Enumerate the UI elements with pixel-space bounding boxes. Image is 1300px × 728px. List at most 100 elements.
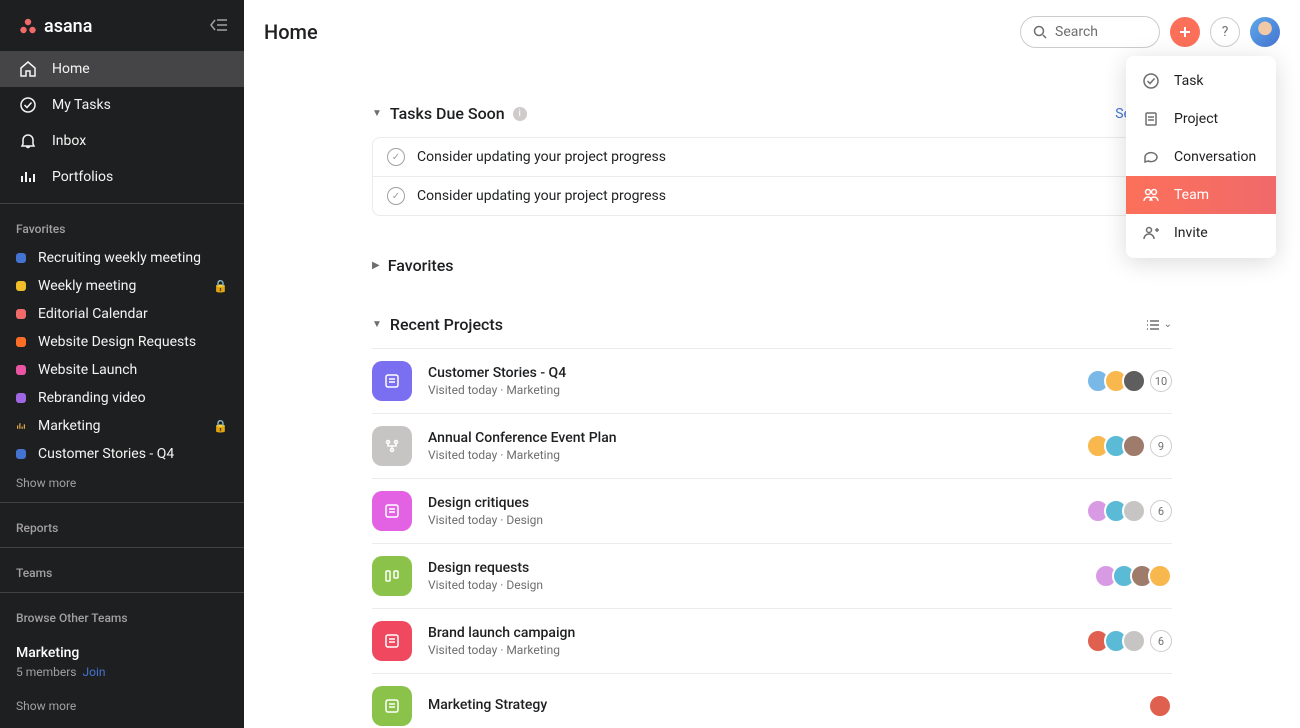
nav-home[interactable]: Home — [0, 51, 244, 87]
show-more-favorites[interactable]: Show more — [0, 468, 244, 498]
project-meta: Visited today · Design — [428, 513, 1070, 527]
task-check-icon[interactable]: ✓ — [387, 187, 405, 205]
project-icon — [372, 556, 412, 596]
logo[interactable]: asana — [18, 16, 92, 37]
nav-inbox[interactable]: Inbox — [0, 123, 244, 159]
nav-portfolios[interactable]: Portfolios — [0, 159, 244, 195]
create-dropdown: TaskProjectConversation Team Invite — [1126, 56, 1276, 258]
team-name: Marketing — [16, 645, 228, 661]
topbar: Home Search ? — [244, 0, 1300, 64]
project-members: 9 — [1086, 434, 1172, 458]
project-members: 6 — [1086, 629, 1172, 653]
view-toggle[interactable]: ⌄ — [1146, 319, 1172, 331]
project-row[interactable]: Annual Conference Event Plan Visited toda… — [372, 414, 1172, 479]
nav-label: My Tasks — [52, 97, 111, 113]
project-name: Design requests — [428, 560, 1078, 576]
project-name: Marketing Strategy — [428, 697, 1132, 713]
asana-logo-icon — [18, 17, 38, 37]
favorite-name: Website Design Requests — [38, 334, 228, 350]
project-members — [1148, 694, 1172, 718]
collapse-sidebar-button[interactable] — [208, 17, 228, 37]
create-menu-invite[interactable]: Invite — [1126, 214, 1276, 252]
profile-avatar[interactable] — [1250, 17, 1280, 47]
search-input[interactable]: Search — [1020, 16, 1160, 48]
favorite-name: Weekly meeting — [38, 278, 201, 294]
nav-my-tasks[interactable]: My Tasks — [0, 87, 244, 123]
info-icon[interactable]: i — [513, 107, 527, 121]
favorite-name: Marketing — [38, 418, 201, 434]
check-icon — [18, 95, 38, 115]
member-count: 6 — [1150, 500, 1172, 522]
project-row[interactable]: Design critiquesVisited today · Design6 — [372, 479, 1172, 544]
favorite-name: Rebranding video — [38, 390, 228, 406]
person-plus-icon — [1142, 224, 1160, 242]
caret-down-icon[interactable]: ▼ — [372, 319, 382, 330]
sidebar-favorite-item[interactable]: Weekly meeting🔒 — [0, 272, 244, 300]
create-menu-team[interactable]: Team — [1126, 176, 1276, 214]
show-more-teams[interactable]: Show more — [0, 691, 244, 721]
create-menu-conversation[interactable]: Conversation — [1126, 138, 1276, 176]
project-row[interactable]: Brand launch campaignVisited today · Mar… — [372, 609, 1172, 674]
sidebar-favorite-item[interactable]: Recruiting weekly meeting — [0, 244, 244, 272]
check-icon — [1142, 72, 1160, 90]
nav-label: Home — [52, 61, 90, 77]
project-icon — [372, 621, 412, 661]
bars-icon — [16, 421, 26, 431]
sidebar-favorite-item[interactable]: Rebranding video — [0, 384, 244, 412]
search-placeholder: Search — [1055, 24, 1098, 40]
favorite-name: Recruiting weekly meeting — [38, 250, 228, 266]
bars-icon — [18, 167, 38, 187]
favorites-heading: Favorites — [0, 208, 244, 244]
member-avatar — [1122, 629, 1146, 653]
favorite-name: Editorial Calendar — [38, 306, 228, 322]
people-icon — [1142, 186, 1160, 204]
project-meta: Visited today · Marketing — [428, 448, 1070, 462]
nav-label: Inbox — [52, 133, 86, 149]
create-menu-label: Team — [1174, 187, 1209, 203]
project-meta: Visited today · Marketing — [428, 383, 1070, 397]
member-avatar — [1122, 369, 1146, 393]
member-avatar — [1148, 564, 1172, 588]
project-icon — [372, 361, 412, 401]
browse-teams-heading[interactable]: Browse Other Teams — [0, 597, 244, 633]
member-count: 6 — [1150, 630, 1172, 652]
project-row[interactable]: Marketing Strategy — [372, 674, 1172, 728]
project-color-dot — [16, 253, 26, 263]
sidebar-favorite-item[interactable]: Website Design Requests — [0, 328, 244, 356]
create-menu-task[interactable]: Task — [1126, 62, 1276, 100]
project-row[interactable]: Design requestsVisited today · Design — [372, 544, 1172, 609]
page-title: Home — [264, 20, 318, 44]
chat-icon — [1142, 148, 1160, 166]
chevron-down-icon: ⌄ — [1164, 319, 1172, 330]
project-name: Annual Conference Event Plan — [428, 430, 1070, 446]
project-icon — [372, 491, 412, 531]
create-menu-project[interactable]: Project — [1126, 100, 1276, 138]
nav-label: Portfolios — [52, 169, 113, 185]
plus-icon — [1178, 25, 1192, 39]
project-color-dot — [16, 281, 26, 291]
task-check-icon[interactable]: ✓ — [387, 148, 405, 166]
help-button[interactable]: ? — [1210, 17, 1240, 47]
project-color-dot — [16, 393, 26, 403]
task-row[interactable]: ✓Consider updating your project progress — [373, 138, 1171, 177]
project-row[interactable]: Customer Stories - Q4Visited today · Mar… — [372, 349, 1172, 414]
sidebar-favorite-item[interactable]: Marketing🔒 — [0, 412, 244, 440]
create-menu-label: Invite — [1174, 225, 1208, 241]
sidebar-favorite-item[interactable]: Customer Stories - Q4 — [0, 440, 244, 468]
team-block[interactable]: Marketing 5 membersJoin — [0, 633, 244, 691]
project-color-dot — [16, 365, 26, 375]
create-button[interactable] — [1170, 17, 1200, 47]
sidebar-favorite-item[interactable]: Website Launch — [0, 356, 244, 384]
caret-down-icon[interactable]: ▼ — [372, 108, 382, 119]
member-count: 9 — [1150, 435, 1172, 457]
sidebar-favorite-item[interactable]: Editorial Calendar — [0, 300, 244, 328]
sidebar: asana Home My Tasks Inbox Portfolios Favori… — [0, 0, 244, 728]
search-icon — [1033, 25, 1047, 39]
teams-heading[interactable]: Teams — [0, 552, 244, 588]
caret-right-icon[interactable]: ▶ — [372, 260, 380, 271]
reports-heading[interactable]: Reports — [0, 507, 244, 543]
tasks-due-title: Tasks Due Soon — [390, 104, 505, 123]
task-row[interactable]: ✓Consider updating your project progress — [373, 177, 1171, 215]
project-icon — [372, 426, 412, 466]
team-join-link[interactable]: Join — [83, 665, 106, 679]
